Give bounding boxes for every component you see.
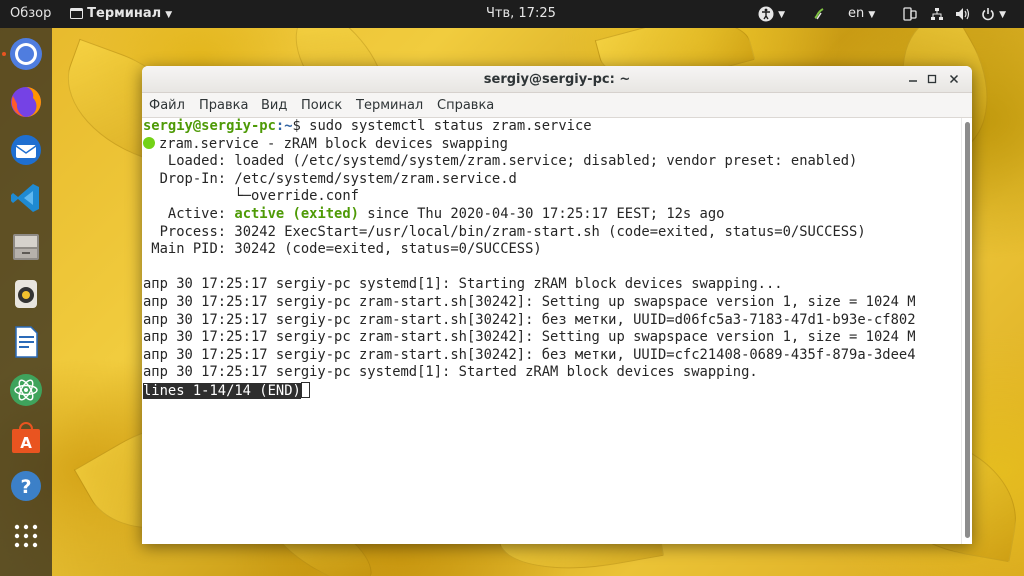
menu-search[interactable]: Поиск — [301, 93, 342, 118]
log-line: апр 30 17:25:17 sergiy-pc zram-start.sh[… — [143, 293, 916, 310]
top-bar: Обзор Терминал ▼ Чтв, 17:25 ▼ en ▼ ▼ — [0, 0, 1024, 28]
language-label: en — [848, 6, 865, 21]
dropin-line: Drop-In: /etc/systemd/system/zram.servic… — [143, 171, 961, 189]
loaded-label: Loaded: — [143, 153, 227, 170]
title-bar[interactable]: sergiy@sergiy-pc: ~ — [142, 66, 972, 93]
menu-bar: Файл Правка Вид Поиск Терминал Справка — [142, 93, 972, 118]
input-language-menu[interactable]: en ▼ — [848, 0, 875, 28]
chevron-down-icon: ▼ — [868, 10, 876, 20]
dropin-label: Drop-In: — [143, 170, 227, 187]
system-menu[interactable]: ▼ — [981, 0, 1006, 28]
menu-edit[interactable]: Правка — [199, 93, 248, 118]
app-menu[interactable]: Терминал ▼ — [70, 0, 172, 28]
atom-icon[interactable] — [8, 372, 44, 408]
command-text: sudo systemctl status zram.service — [309, 118, 592, 134]
menu-file[interactable]: Файл — [149, 93, 185, 118]
writer-icon[interactable] — [8, 324, 44, 360]
mainpid-label: Main PID: — [143, 241, 227, 258]
rhythmbox-icon[interactable] — [8, 276, 44, 312]
help-icon[interactable]: ? — [8, 468, 44, 504]
dropin-file-line: └─override.conf — [143, 188, 359, 205]
accessibility-menu[interactable]: ▼ — [758, 0, 785, 28]
scrollbar-thumb[interactable] — [965, 122, 970, 538]
minimize-icon[interactable] — [903, 70, 923, 90]
phone-icon — [903, 6, 917, 21]
process-value: 30242 ExecStart=/usr/local/bin/zram-star… — [226, 223, 866, 240]
dock: A ? — [0, 28, 52, 576]
loaded-value: loaded (/etc/systemd/system/zram.service… — [226, 153, 858, 170]
dropin-value: /etc/systemd/system/zram.service.d — [226, 170, 517, 187]
service-title: zram.service - zRAM block devices swappi… — [159, 135, 508, 152]
chevron-down-icon: ▼ — [778, 10, 786, 20]
terminal-app-icon — [70, 8, 83, 19]
log-line: апр 30 17:25:17 sergiy-pc zram-start.sh[… — [143, 329, 916, 346]
active-state: active (exited) — [226, 205, 359, 222]
window-title: sergiy@sergiy-pc: ~ — [483, 72, 631, 87]
network-icon — [931, 7, 943, 20]
network-indicator[interactable] — [930, 0, 944, 28]
chromium-icon[interactable] — [8, 36, 44, 72]
pager-line: lines 1-14/14 (END) — [143, 381, 961, 400]
thunderbird-icon[interactable] — [8, 132, 44, 168]
prompt-path: :~ — [275, 118, 293, 134]
sync-icon — [814, 7, 824, 19]
firefox-icon[interactable] — [8, 84, 44, 120]
volume-icon — [956, 7, 970, 20]
accessibility-icon — [758, 6, 774, 21]
menu-help[interactable]: Справка — [437, 93, 494, 118]
mainpid-line: Main PID: 30242 (code=exited, status=0/S… — [143, 241, 961, 259]
maximize-icon[interactable] — [922, 70, 942, 90]
scrollbar[interactable] — [961, 118, 972, 544]
software-center-icon[interactable]: A — [8, 420, 44, 456]
show-apps-icon[interactable] — [8, 518, 44, 554]
status-dot-icon — [143, 136, 155, 149]
terminal-output[interactable]: sergiy@sergiy-pc:~$ sudo systemctl statu… — [142, 118, 961, 544]
process-line: Process: 30242 ExecStart=/usr/local/bin/… — [143, 224, 961, 242]
pager-status: lines 1-14/14 (END) — [143, 382, 301, 399]
close-icon[interactable] — [944, 70, 964, 90]
sync-indicator[interactable] — [812, 0, 826, 28]
activities-button[interactable]: Обзор — [10, 0, 51, 28]
files-icon[interactable] — [8, 228, 44, 264]
text-cursor — [300, 381, 310, 398]
active-label: Active: — [143, 205, 227, 222]
menu-terminal[interactable]: Терминал — [356, 93, 423, 118]
service-title-line: zram.service - zRAM block devices swappi… — [143, 136, 961, 154]
terminal-window: sergiy@sergiy-pc: ~ Файл Правка Вид Поис… — [142, 66, 972, 544]
vscode-icon[interactable] — [8, 180, 44, 216]
clock[interactable]: Чтв, 17:25 — [486, 0, 556, 28]
running-indicator — [2, 52, 6, 56]
active-line: Active: active (exited) since Thu 2020-0… — [143, 206, 961, 224]
menu-view[interactable]: Вид — [261, 93, 287, 118]
mainpid-value: 30242 (code=exited, status=0/SUCCESS) — [226, 241, 542, 258]
volume-indicator[interactable] — [955, 0, 970, 28]
chevron-down-icon: ▼ — [999, 10, 1007, 20]
active-rest: since Thu 2020-04-30 17:25:17 EEST; 12s … — [358, 205, 725, 222]
log-line: апр 30 17:25:17 sergiy-pc systemd[1]: St… — [143, 276, 783, 293]
log-line: апр 30 17:25:17 sergiy-pc zram-start.sh[… — [143, 346, 916, 363]
command-line: sergiy@sergiy-pc:~$ sudo systemctl statu… — [143, 118, 961, 136]
process-label: Process: — [143, 223, 227, 240]
loaded-line: Loaded: loaded (/etc/systemd/system/zram… — [143, 153, 961, 171]
prompt-symbol: $ — [292, 118, 310, 134]
svg-text:?: ? — [20, 476, 31, 498]
app-menu-label: Терминал — [87, 6, 162, 21]
svg-text:A: A — [20, 434, 32, 452]
chevron-down-icon: ▼ — [165, 10, 173, 20]
log-line: апр 30 17:25:17 sergiy-pc zram-start.sh[… — [143, 311, 916, 328]
prompt-user: sergiy@sergiy-pc — [143, 118, 276, 134]
log-line: апр 30 17:25:17 sergiy-pc systemd[1]: St… — [143, 364, 758, 381]
power-icon — [982, 7, 994, 20]
phone-indicator[interactable] — [903, 0, 917, 28]
